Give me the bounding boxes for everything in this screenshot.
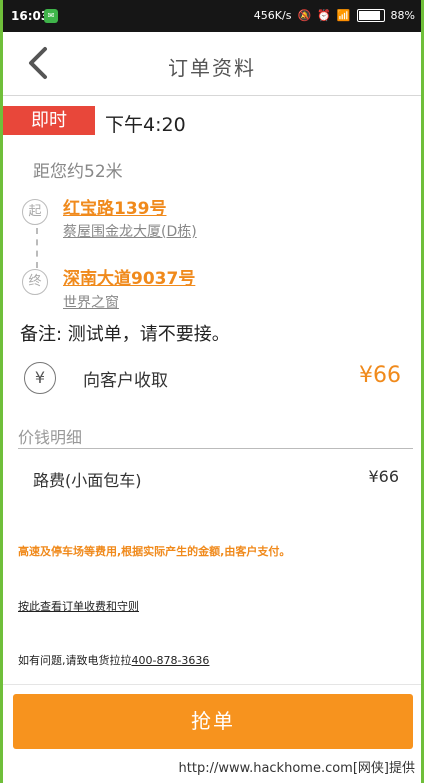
contact-info: 如有问题,请致电货拉拉400-878-3636 <box>18 652 209 668</box>
app-frame: 16:03 ✉ 456K/s 🔕 ⏰ 📶 88% 订单资料 即时 下午4:20 … <box>3 0 421 783</box>
contact-phone-link[interactable]: 400-878-3636 <box>132 654 210 667</box>
fee-value: ¥66 <box>368 467 399 486</box>
distance-text: 距您约52米 <box>33 162 123 182</box>
fee-note: 高速及停车场等费用,根据实际产生的金额,由客户支付。 <box>18 545 291 558</box>
fee-label: 路费(小面包车) <box>33 471 142 490</box>
rules-link[interactable]: 按此查看订单收费和守则 <box>18 598 139 614</box>
collect-amount: ¥66 <box>359 363 401 388</box>
status-right: 456K/s 🔕 ⏰ 📶 88% <box>254 9 415 22</box>
order-time: 下午4:20 <box>105 114 186 136</box>
route-connector <box>36 228 38 268</box>
watermark-text: http://www.hackhome.com[网侠]提供 <box>178 761 415 776</box>
yen-icon: ¥ <box>24 362 56 394</box>
grab-order-button[interactable]: 抢单 <box>13 694 413 749</box>
order-remark: 备注: 测试单，请不要接。 <box>20 324 230 345</box>
wifi-icon: 📶 <box>336 9 351 22</box>
footer-divider <box>3 684 421 685</box>
contact-prefix: 如有问题,请致电货拉拉 <box>18 654 132 667</box>
watermark: http://www.hackhome.com[网侠]提供 <box>3 757 421 781</box>
status-bar: 16:03 ✉ 456K/s 🔕 ⏰ 📶 88% <box>3 0 421 32</box>
page-title: 订单资料 <box>168 56 256 80</box>
price-section-title: 价钱明细 <box>18 428 83 447</box>
end-address-detail[interactable]: 世界之窗 <box>63 292 119 312</box>
mute-icon: 🔕 <box>297 9 312 22</box>
battery-percent: 88% <box>390 9 415 22</box>
battery-icon <box>356 9 385 22</box>
page-header: 订单资料 <box>3 32 421 96</box>
start-address[interactable]: 红宝路139号 <box>63 194 167 219</box>
order-type-badge: 即时 <box>3 106 95 135</box>
alarm-icon: ⏰ <box>317 9 331 22</box>
divider <box>18 448 413 449</box>
end-address[interactable]: 深南大道9037号 <box>63 264 195 289</box>
end-marker-icon: 终 <box>22 269 48 295</box>
start-marker-icon: 起 <box>22 199 48 225</box>
start-address-detail[interactable]: 蔡屋围金龙大厦(D栋) <box>63 221 197 241</box>
net-speed: 456K/s <box>253 9 292 22</box>
app-notification-icon: ✉ <box>44 9 58 23</box>
collect-label: 向客户收取 <box>83 371 168 391</box>
